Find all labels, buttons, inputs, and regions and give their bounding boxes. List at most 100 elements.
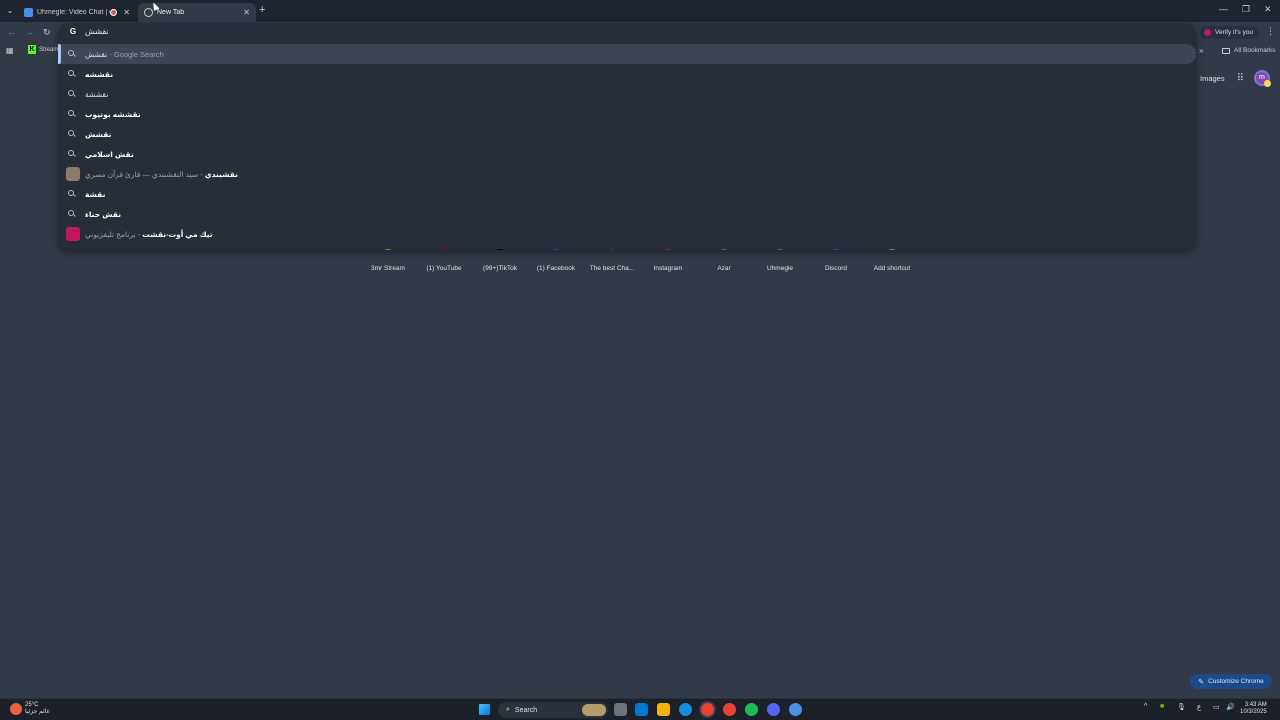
suggestion-item[interactable]: نقش اسلامي: [58, 144, 1196, 164]
suggestion-item[interactable]: نقشش: [58, 124, 1196, 144]
nvidia-icon[interactable]: ■: [1160, 703, 1164, 710]
customize-chrome-button[interactable]: ✎ Customize Chrome: [1190, 674, 1272, 689]
suggestion-text: نقششه بوتيوب: [85, 110, 141, 119]
apps-grid-icon[interactable]: ▦: [6, 46, 14, 55]
weather-desc: غائم جزئيا: [25, 709, 50, 715]
tab-title: New Tab: [157, 9, 185, 16]
address-bar-input[interactable]: نقشش: [85, 27, 109, 36]
suggestion-item[interactable]: نقشش - Google Search: [58, 44, 1196, 64]
search-icon: [68, 190, 76, 198]
suggestion-text: نقشة: [85, 190, 106, 199]
tray-overflow-icon[interactable]: ^: [1144, 703, 1147, 710]
shortcut-label: (1) Facebook: [536, 265, 576, 272]
shortcut-label: (1) YouTube: [426, 265, 462, 272]
entity-thumbnail: [66, 167, 80, 181]
microphone-icon[interactable]: 🎙: [1177, 703, 1186, 711]
profile-dot-icon: [1204, 29, 1211, 36]
search-icon: [68, 130, 76, 138]
suggestion-suffix: - Google Search: [109, 50, 164, 59]
forward-icon[interactable]: →: [25, 27, 34, 37]
suggestion-text: نقششه: [85, 70, 114, 79]
pencil-icon: ✎: [1198, 678, 1205, 686]
app-icon[interactable]: [789, 703, 802, 716]
minimize-icon[interactable]: —: [1219, 4, 1228, 14]
entity-thumbnail: [66, 227, 80, 241]
tab-strip: ⌄ Uhmegle: Video Chat | Omegle ✕ New Tab…: [0, 0, 1280, 22]
suggestion-item[interactable]: نقشة: [58, 184, 1196, 204]
google-apps-icon[interactable]: ⠿: [1237, 73, 1244, 84]
taskbar-search[interactable]: ⌕ Search: [498, 702, 608, 718]
spotify-icon[interactable]: [745, 703, 758, 716]
reload-icon[interactable]: ↻: [43, 27, 51, 38]
volume-icon[interactable]: 🔊: [1226, 703, 1235, 711]
clock-time: 3:43 AM: [1244, 702, 1267, 708]
folder-icon: [1222, 47, 1230, 54]
suggestion-text: نقششة: [85, 90, 109, 99]
suggestion-suffix: - برنامج تليفزيوني: [85, 230, 141, 239]
address-bar[interactable]: G نقشش: [58, 23, 1196, 43]
shortcut-label: Uhmegle: [766, 265, 793, 272]
suggestion-item[interactable]: تيك مي أوت-نقشت - برنامج تليفزيوني: [58, 224, 1196, 244]
bookmark-stream[interactable]: K Stream: [28, 45, 58, 54]
images-link[interactable]: Images: [1200, 74, 1225, 83]
network-icon[interactable]: ▭: [1213, 703, 1220, 711]
suggestion-text: نقشش: [85, 130, 112, 139]
recording-indicator-icon: [110, 9, 118, 16]
shortcut-label: Add shortcut: [873, 265, 911, 272]
discord-icon[interactable]: [767, 703, 780, 716]
google-g-icon: G: [69, 27, 77, 36]
windows-taskbar: 25°C غائم جزئيا ⌕ Search ^ ■ 🎙 ع ▭ 🔊 3:4…: [0, 698, 1280, 720]
weather-icon: [10, 703, 22, 715]
weather-widget[interactable]: 25°C غائم جزئيا: [10, 702, 50, 716]
language-indicator[interactable]: ع: [1197, 703, 1201, 711]
outlook-icon[interactable]: [635, 703, 648, 716]
close-tab-icon[interactable]: ✕: [123, 8, 130, 17]
start-button[interactable]: [479, 704, 490, 715]
task-view-icon[interactable]: [614, 703, 627, 716]
uhmegle-favicon-icon: [24, 8, 33, 17]
edge-icon[interactable]: [679, 703, 692, 716]
close-tab-icon[interactable]: ✕: [243, 8, 250, 17]
tab-search-button[interactable]: ⌄: [4, 5, 16, 17]
search-icon: [68, 90, 76, 98]
weather-temp: 25°C: [25, 702, 39, 708]
suggestion-text: نقشش: [85, 50, 108, 59]
suggestion-item[interactable]: نقش حناء: [58, 204, 1196, 224]
avatar[interactable]: m: [1253, 70, 1271, 87]
file-explorer-icon[interactable]: [657, 703, 670, 716]
chrome-icon[interactable]: [701, 703, 714, 716]
menu-kebab-icon[interactable]: ⋮: [1266, 26, 1275, 37]
back-icon[interactable]: ←: [7, 27, 16, 37]
tab-title: Uhmegle: Video Chat | Omegle: [37, 9, 110, 16]
shortcut-label: The best Cha...: [589, 265, 635, 272]
suggestion-suffix: - سيد النقشبندي — قارئ قرآن مصري: [85, 170, 203, 179]
system-clock[interactable]: 3:43 AM 10/3/2025: [1240, 702, 1267, 716]
suggestion-item[interactable]: نقششه: [58, 64, 1196, 84]
shortcut-label: 3mr Stream: [371, 265, 405, 272]
suggestion-text: نقشبندي: [204, 170, 238, 179]
search-icon: [68, 50, 76, 58]
shortcut-label: (99+)TikTok: [483, 265, 517, 272]
close-window-icon[interactable]: ✕: [1264, 4, 1272, 15]
verify-identity-chip[interactable]: Verify it's you: [1200, 26, 1260, 39]
suggestion-item[interactable]: نقششه بوتيوب: [58, 104, 1196, 124]
search-icon: [68, 150, 76, 158]
search-icon: [68, 110, 76, 118]
restore-icon[interactable]: ❐: [1242, 4, 1250, 15]
ntp-header-links: Images ⠿ m: [1200, 70, 1271, 87]
suggestion-text: نقش اسلامي: [85, 150, 134, 159]
chrome-profile-icon[interactable]: [723, 703, 736, 716]
suggestion-item[interactable]: نقشبندي - سيد النقشبندي — قارئ قرآن مصري: [58, 164, 1196, 184]
shortcut-label: Instagram: [653, 265, 683, 272]
new-tab-button[interactable]: +: [259, 4, 265, 16]
bookmarks-overflow-icon[interactable]: »: [1199, 46, 1203, 55]
verify-label: Verify it's you: [1215, 29, 1254, 36]
tab-uhmegle[interactable]: Uhmegle: Video Chat | Omegle ✕: [18, 3, 136, 22]
avatar-badge: [1263, 80, 1271, 87]
clock-date: 10/3/2025: [1240, 709, 1267, 715]
all-bookmarks-button[interactable]: All Bookmarks: [1222, 47, 1276, 54]
kick-logo-icon: K: [28, 45, 36, 54]
suggestion-text: نقش حناء: [85, 210, 122, 219]
suggestion-text: تيك مي أوت-نقشت: [142, 230, 213, 239]
suggestion-item[interactable]: نقششة: [58, 84, 1196, 104]
